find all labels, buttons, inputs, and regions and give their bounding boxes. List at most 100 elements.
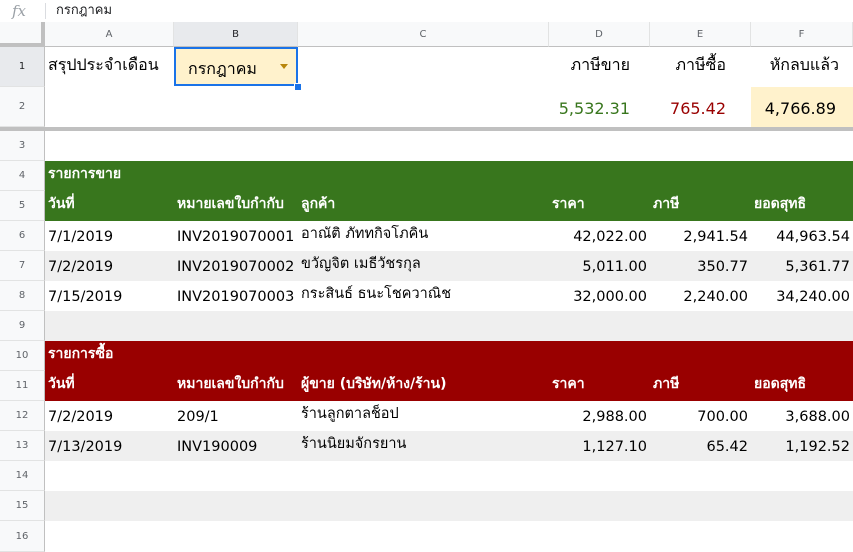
row-header-15[interactable]: 15 [0,491,45,521]
purchases-vendor-cell[interactable]: ร้านลูกตาลช็อป [298,401,549,431]
dropdown-arrow-icon[interactable] [280,64,288,69]
header-text: ลูกค้า [301,196,336,212]
row-header-2[interactable]: 2 [0,87,45,127]
sales-invoice-cell[interactable]: INV2019070002 [174,251,298,281]
purchases-net-cell[interactable]: 3,688.00 [751,401,853,431]
purchases-vendor-cell[interactable]: ร้านนิยมจักรยาน [298,431,549,461]
sales-title: รายการขาย [48,166,122,182]
empty-row[interactable] [45,521,853,552]
header-text: ผู้ขาย (บริษัท/ห้าง/ร้าน) [301,376,447,392]
net-label-cell[interactable]: หักลบแล้ว [751,47,853,87]
row-header-6[interactable]: 6 [0,221,45,251]
purchase-tax-label-cell[interactable]: ภาษีซื้อ [650,47,751,87]
purchases-title-cell[interactable]: รายการซื้อ [45,341,174,371]
purchase-tax-value-cell[interactable]: 765.42 [650,87,751,127]
cell-text: INV190009 [177,439,258,455]
empty-row[interactable] [45,491,853,521]
purchases-tax-cell[interactable]: 700.00 [650,401,751,431]
sales-date-cell[interactable]: 7/15/2019 [45,281,174,311]
sales-header-invoice[interactable]: หมายเลขใบกำกับ [174,191,298,221]
empty-row[interactable] [45,311,853,341]
purchases-date-cell[interactable]: 7/13/2019 [45,431,174,461]
header-text: ภาษี [653,376,680,392]
cell-text: 2,988.00 [582,409,647,425]
sales-date-cell[interactable]: 7/1/2019 [45,221,174,251]
sales-header-price[interactable]: ราคา [549,191,650,221]
purchases-header-tax[interactable]: ภาษี [650,371,751,401]
column-header-b[interactable]: B [174,22,298,47]
sales-customer-cell[interactable]: อาณัติ ภัททกิจโภคิน [298,221,549,251]
sales-price-cell[interactable]: 32,000.00 [549,281,650,311]
purchase-tax-label: ภาษีซื้อ [675,55,726,74]
sales-tax-cell[interactable]: 2,240.00 [650,281,751,311]
row-header-5[interactable]: 5 [0,191,45,221]
sales-header-net[interactable]: ยอดสุทธิ [751,191,853,221]
table-row: 7/13/2019 INV190009 ร้านนิยมจักรยาน 1,12… [45,431,853,461]
row-header-13[interactable]: 13 [0,431,45,461]
sales-header-customer[interactable]: ลูกค้า [298,191,549,221]
cell-text: 44,963.54 [776,229,850,245]
sales-tax-cell[interactable]: 2,941.54 [650,221,751,251]
purchases-date-cell[interactable]: 7/2/2019 [45,401,174,431]
purchases-header-date[interactable]: วันที่ [45,371,174,401]
cell-text: 209/1 [177,409,219,425]
row-header-12[interactable]: 12 [0,401,45,431]
column-header-e[interactable]: E [650,22,751,47]
row-header-11[interactable]: 11 [0,371,45,401]
row-header-10[interactable]: 10 [0,341,45,371]
month-dropdown[interactable]: กรกฎาคม [174,47,298,86]
sales-net-cell[interactable]: 5,361.77 [751,251,853,281]
purchases-tax-cell[interactable]: 65.42 [650,431,751,461]
column-header-c[interactable]: C [298,22,549,47]
sales-invoice-cell[interactable]: INV2019070003 [174,281,298,311]
cell-text: 7/13/2019 [48,439,123,455]
row-header-14[interactable]: 14 [0,461,45,491]
net-value-cell[interactable]: 4,766.89 [751,87,853,127]
sales-tax-cell[interactable]: 350.77 [650,251,751,281]
purchases-header-invoice[interactable]: หมายเลขใบกำกับ [174,371,298,401]
sales-net-cell[interactable]: 34,240.00 [751,281,853,311]
cell-text: 7/1/2019 [48,229,114,245]
row-header-16[interactable]: 16 [0,521,45,552]
row-header-8[interactable]: 8 [0,281,45,311]
sales-invoice-cell[interactable]: INV2019070001 [174,221,298,251]
table-row: 7/1/2019 INV2019070001 อาณัติ ภัททกิจโภค… [45,221,853,251]
row-header-7[interactable]: 7 [0,251,45,281]
purchases-price-cell[interactable]: 1,127.10 [549,431,650,461]
purchases-header-price[interactable]: ราคา [549,371,650,401]
sales-date-cell[interactable]: 7/2/2019 [45,251,174,281]
column-header-d[interactable]: D [549,22,650,47]
header-text: หมายเลขใบกำกับ [177,196,284,212]
purchases-net-cell[interactable]: 1,192.52 [751,431,853,461]
purchases-invoice-cell[interactable]: 209/1 [174,401,298,431]
sales-header-date[interactable]: วันที่ [45,191,174,221]
formula-input[interactable]: กรกฎาคม [56,0,112,22]
sales-customer-cell[interactable]: ขวัญจิต เมธีวัชรกุล [298,251,549,281]
sales-price-cell[interactable]: 5,011.00 [549,251,650,281]
purchases-header-vendor[interactable]: ผู้ขาย (บริษัท/ห้าง/ร้าน) [298,371,549,401]
sales-title-cell[interactable]: รายการขาย [45,161,174,191]
purchases-invoice-cell[interactable]: INV190009 [174,431,298,461]
column-header-a[interactable]: A [45,22,174,47]
month-dropdown-value: กรกฎาคม [188,59,257,78]
sales-customer-cell[interactable]: กระสินธ์ ธนะโชควาณิช [298,281,549,311]
sales-header-tax[interactable]: ภาษี [650,191,751,221]
summary-row: สรุปประจำเดือน ภาษีขาย ภาษีซื้อ หักลบแล้… [45,47,853,87]
row-header-9[interactable]: 9 [0,311,45,341]
summary-label-cell[interactable]: สรุปประจำเดือน [45,47,174,87]
sales-tax-value-cell[interactable]: 5,532.31 [549,87,650,127]
empty-row[interactable] [45,461,853,491]
sales-tax-label-cell[interactable]: ภาษีขาย [549,47,650,87]
column-header-f[interactable]: F [751,22,853,47]
sales-price-cell[interactable]: 42,022.00 [549,221,650,251]
purchases-header-net[interactable]: ยอดสุทธิ [751,371,853,401]
purchases-price-cell[interactable]: 2,988.00 [549,401,650,431]
row-header-3[interactable]: 3 [0,131,45,161]
frozen-rows-divider[interactable] [0,127,853,131]
sales-net-cell[interactable]: 44,963.54 [751,221,853,251]
row-header-4[interactable]: 4 [0,161,45,191]
select-all-corner[interactable] [0,22,45,47]
row-header-1[interactable]: 1 [0,47,45,87]
header-text: ยอดสุทธิ [754,376,807,392]
fill-handle[interactable] [294,83,302,91]
